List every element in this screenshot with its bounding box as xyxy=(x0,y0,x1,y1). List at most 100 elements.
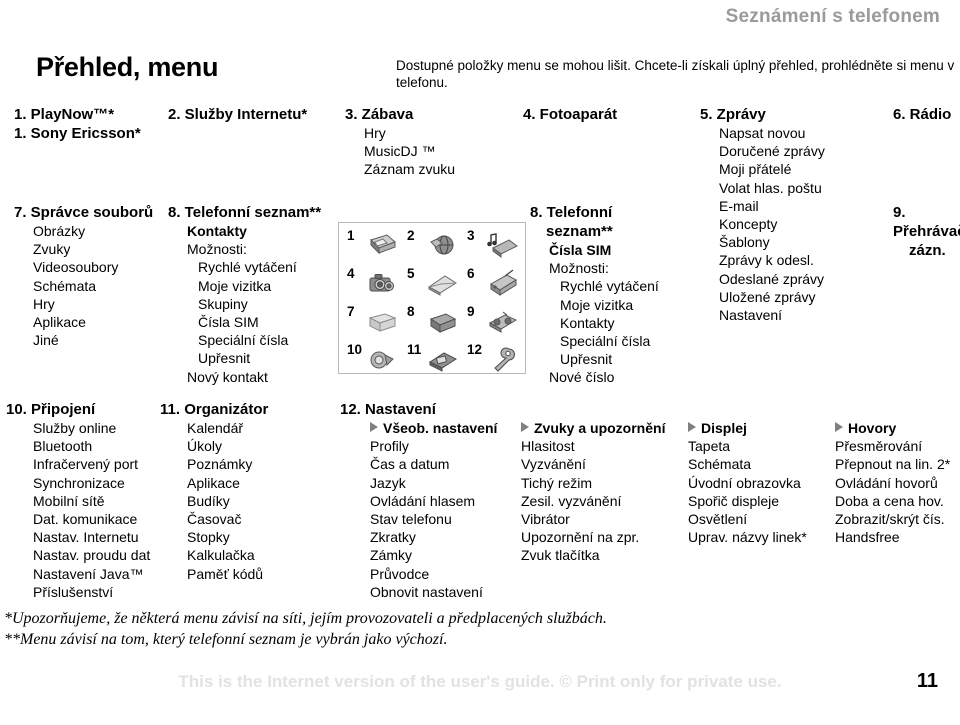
list-item: Speciální čísla xyxy=(198,332,289,349)
menu-column-11: 11. Organizátor Kalendář Úkoly Poznámky … xyxy=(160,400,268,583)
running-head: Seznámení s telefonem xyxy=(725,6,940,27)
list-item: Infračervený port xyxy=(33,456,139,473)
list-item: Nové číslo xyxy=(549,369,615,386)
list-item: Průvodce xyxy=(370,565,430,582)
footnote-2: **Menu závisí na tom, který telefonní se… xyxy=(4,631,448,648)
settings-items-calls: Přesměrování Přepnout na lin. 2* Ovládán… xyxy=(835,437,950,546)
entertainment-music-icon xyxy=(485,230,519,260)
list-item: Tapeta xyxy=(688,438,731,455)
menu-items-organizer: Kalendář Úkoly Poznámky Aplikace Budíky … xyxy=(160,419,268,583)
list-item: Přesměrování xyxy=(835,438,923,455)
list-item: Zámky xyxy=(370,547,412,564)
list-item: Nastav. proudu dat xyxy=(33,547,151,564)
footnotes: *Upozorňujeme, že některá menu závisí na… xyxy=(4,608,607,650)
triangle-bullet-icon xyxy=(835,422,843,432)
list-item: Úvodní obrazovka xyxy=(688,474,801,491)
phonebook-icon xyxy=(425,306,459,336)
footnote-1: *Upozorňujeme, že některá menu závisí na… xyxy=(4,610,607,627)
menu-heading-voice-player-line1: 9. Přehrávač xyxy=(893,204,960,240)
menu-column-1: 1. PlayNow™* 1. Sony Ericsson* xyxy=(14,105,141,143)
menu-items-file-manager: Obrázky Zvuky Videosoubory Schémata Hry … xyxy=(14,222,153,349)
list-item: Zesil. vyzvánění xyxy=(521,492,622,509)
icon-number: 8 xyxy=(407,304,415,319)
icon-number: 2 xyxy=(407,228,415,243)
list-item: Kalendář xyxy=(187,420,244,436)
list-item: Volat hlas. poštu xyxy=(719,179,822,196)
list-item: Obrázky xyxy=(33,223,86,239)
menu-heading-radio: 6. Rádio xyxy=(893,106,952,123)
list-item: Rychlé vytáčení xyxy=(560,278,659,295)
menu-heading-phonebook-sim: 8. Telefonní seznam** xyxy=(530,203,690,241)
icon-number: 12 xyxy=(467,342,483,357)
list-item: E-mail xyxy=(719,197,759,214)
icon-number: 5 xyxy=(407,266,415,281)
menu-heading-voice-player-line2: zázn. xyxy=(909,242,946,259)
settings-group-sounds-label: Zvuky a upozornění xyxy=(534,420,666,436)
menu-heading-phonebook: 8. Telefonní seznam** xyxy=(168,204,322,221)
list-item: Uprav. názvy linek* xyxy=(688,529,807,546)
list-item: Stav telefonu xyxy=(370,511,452,528)
menu-items-entertainment: Hry MusicDJ ™ Záznam zvuku xyxy=(345,124,455,179)
settings-group-calls-header: Hovory xyxy=(835,419,950,437)
list-item: Doručené zprávy xyxy=(719,143,825,160)
menu-items-connectivity: Služby online Bluetooth Infračervený por… xyxy=(6,419,150,601)
list-item: Handsfree xyxy=(835,529,900,546)
menu-heading-entertainment: 3. Zábava xyxy=(345,106,414,123)
list-item: Přepnout na lin. 2* xyxy=(835,456,951,473)
list-item: Příslušenství xyxy=(33,583,114,600)
menu-column-7: 7. Správce souborů Obrázky Zvuky Videoso… xyxy=(14,203,153,349)
list-item: Obnovit nastavení xyxy=(370,583,483,600)
icon-cell-4: 4 xyxy=(343,265,405,303)
menu-heading-file-manager: 7. Správce souborů xyxy=(14,204,154,221)
list-item: Aplikace xyxy=(33,314,86,331)
settings-group-display-label: Displej xyxy=(701,420,747,436)
list-item: Tichý režim xyxy=(521,474,593,491)
list-item: Nový kontakt xyxy=(187,368,268,385)
list-item: Záznam zvuku xyxy=(364,161,456,178)
menu-column-10: 10. Připojení Služby online Bluetooth In… xyxy=(6,400,150,601)
list-item: Stopky xyxy=(187,529,230,546)
settings-group-display: Displej Tapeta Schémata Úvodní obrazovka… xyxy=(688,419,807,546)
menu-heading-playnow: 1. PlayNow™* xyxy=(14,106,115,123)
menu-column-6: 6. Rádio xyxy=(893,105,951,124)
settings-items-general: Profily Čas a datum Jazyk Ovládání hlase… xyxy=(370,437,497,601)
list-item: Kalkulačka xyxy=(187,547,255,564)
list-item: Odeslané zprávy xyxy=(719,270,825,287)
icon-number: 9 xyxy=(467,304,475,319)
settings-items-display: Tapeta Schémata Úvodní obrazovka Spořič … xyxy=(688,437,807,546)
voice-recorder-icon xyxy=(485,306,519,336)
icon-cell-10: 10 xyxy=(343,341,405,379)
list-item: Paměť kódů xyxy=(187,565,264,582)
list-item: Možnosti: xyxy=(187,241,247,258)
list-item: Aplikace xyxy=(187,474,240,491)
menu-heading-camera: 4. Fotoaparát xyxy=(523,106,618,123)
menu-column-8-sim: 8. Telefonní seznam** Čísla SIM Možnosti… xyxy=(530,203,690,387)
list-item: Dat. komunikace xyxy=(33,511,138,528)
list-item: Úkoly xyxy=(187,438,223,455)
icon-cell-9: 9 xyxy=(463,303,525,341)
list-item: Služby online xyxy=(33,420,117,436)
list-item: Hry xyxy=(33,295,55,312)
list-item: Moje vizitka xyxy=(198,277,272,294)
manual-page: Seznámení s telefonem Přehled, menu Dost… xyxy=(0,0,960,725)
list-item: Upozornění na zpr. xyxy=(521,529,640,546)
page-title: Přehled, menu xyxy=(36,52,219,82)
camera-icon xyxy=(365,268,399,298)
list-item: Nastavení xyxy=(719,307,783,324)
list-item: Zobrazit/skrýt čís. xyxy=(835,511,945,528)
list-item: Zkratky xyxy=(370,529,416,546)
list-item: Kontakty xyxy=(187,223,247,239)
list-item: Koncepty xyxy=(719,216,778,233)
triangle-bullet-icon xyxy=(688,422,696,432)
page-number: 11 xyxy=(916,670,938,692)
menu-heading-internet-services: 2. Služby Internetu* xyxy=(168,106,308,123)
icon-cell-5: 5 xyxy=(403,265,465,303)
icon-cell-8: 8 xyxy=(403,303,465,341)
list-item: Vyzvánění xyxy=(521,456,586,473)
picture-icon xyxy=(365,230,399,260)
list-item: Hry xyxy=(364,125,386,141)
list-item: Čísla SIM xyxy=(198,314,259,331)
settings-group-general: Všeob. nastavení Profily Čas a datum Jaz… xyxy=(370,419,497,601)
connectivity-icon xyxy=(365,344,399,374)
menu-items-messages: Napsat novou Doručené zprávy Moji přátel… xyxy=(700,124,825,324)
